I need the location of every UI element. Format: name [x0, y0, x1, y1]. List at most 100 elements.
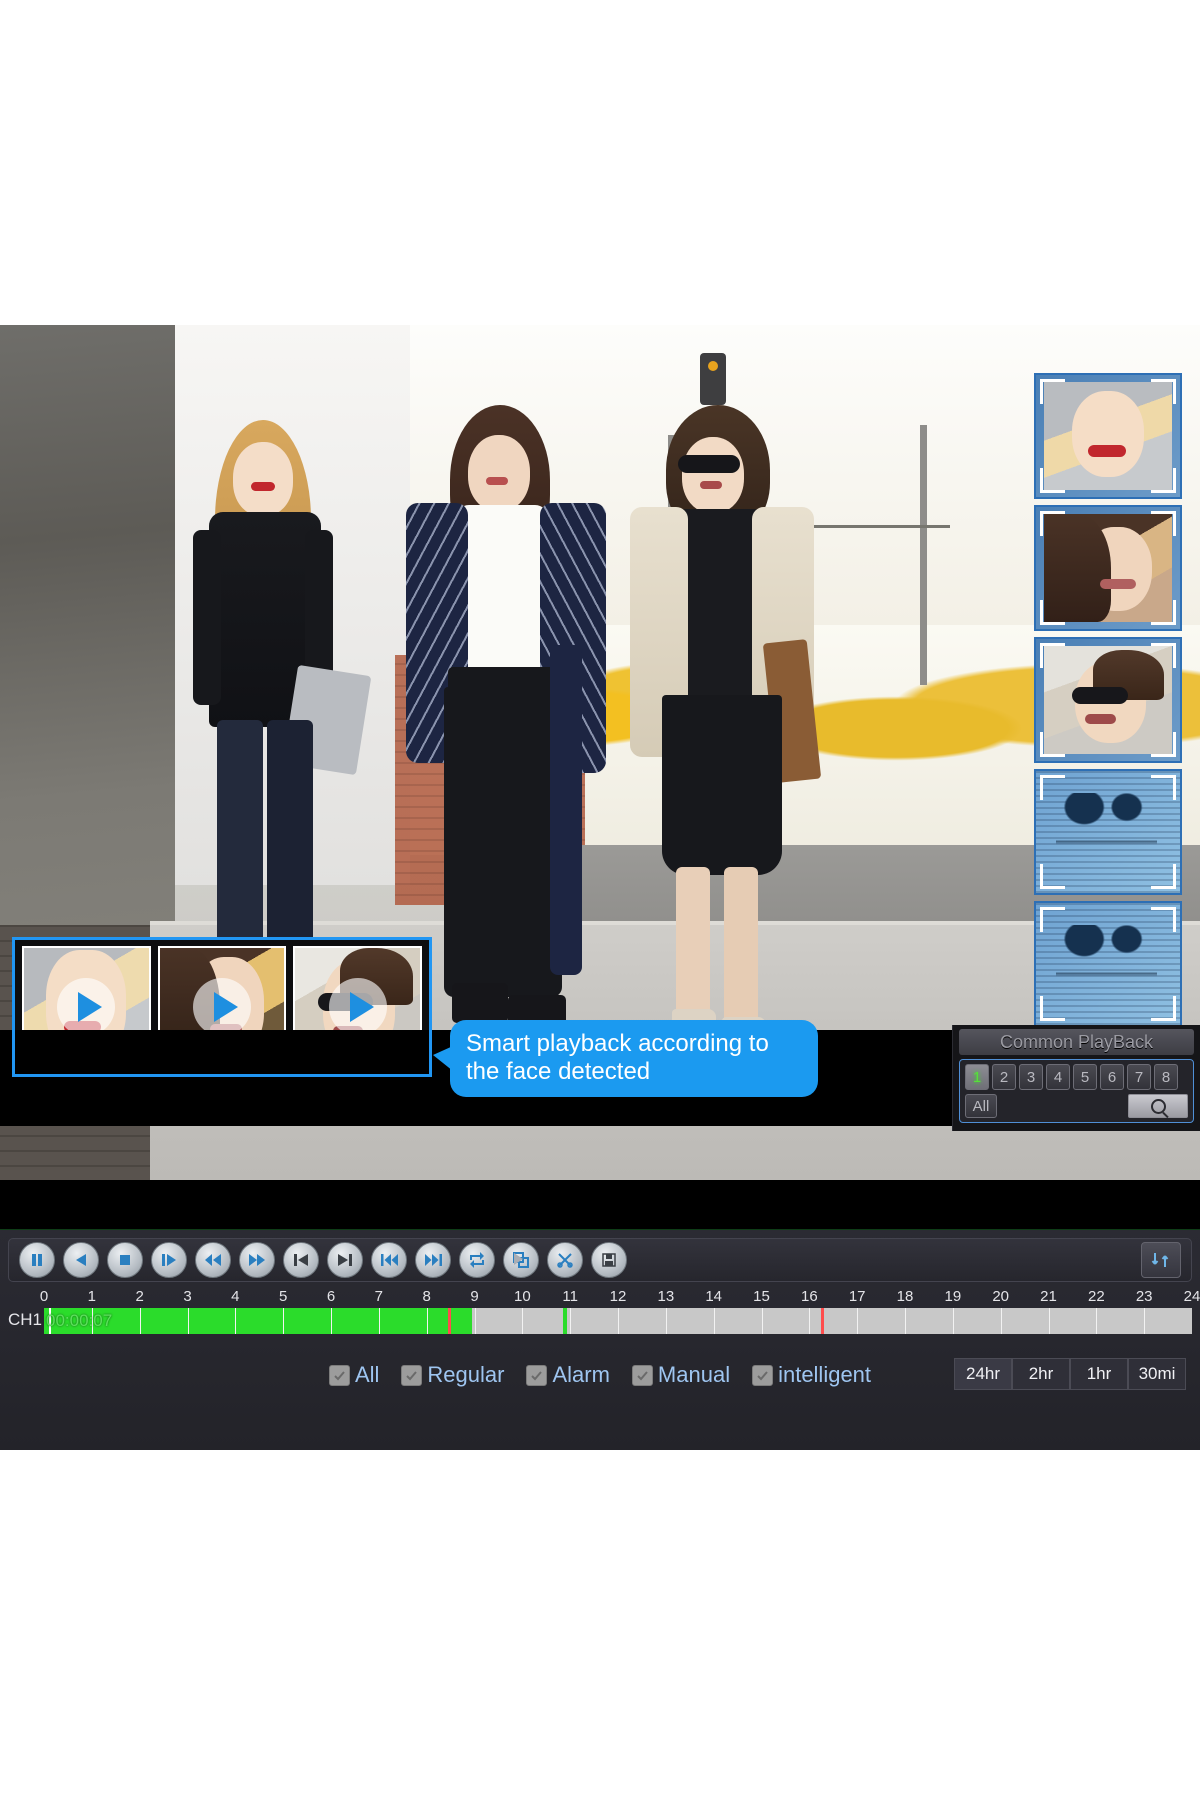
checkbox-icon[interactable]: [401, 1364, 423, 1386]
stop-button[interactable]: [107, 1242, 143, 1278]
timeline-tick: 14: [705, 1288, 722, 1305]
checkbox-icon[interactable]: [631, 1364, 653, 1386]
timeline-intelligent-mark: [441, 1308, 445, 1334]
timeline-hour-divider: [665, 1308, 667, 1334]
filter-regular[interactable]: Regular: [401, 1362, 504, 1388]
panel-title: Common PlayBack: [959, 1029, 1194, 1055]
callout-line-1: Smart playback according to: [466, 1030, 769, 1057]
play-slow-button[interactable]: [151, 1242, 187, 1278]
filter-all[interactable]: All: [328, 1362, 380, 1388]
channel-button-1[interactable]: 1: [965, 1064, 989, 1090]
save-button[interactable]: [591, 1242, 627, 1278]
timeline-ruler: 0 1 2 3 4 5 6 7 8 9 10 11 12 13 14 15 16 17 18 19 20 21 22 23 24: [40, 1288, 1200, 1308]
face-capture-card[interactable]: [1034, 505, 1182, 631]
filter-label: All: [354, 1362, 380, 1387]
callout-tail: [433, 1046, 453, 1071]
bracket-icon: [1040, 775, 1065, 800]
channel-button-3[interactable]: 3: [1019, 1064, 1043, 1090]
timeline-tick: 18: [896, 1288, 914, 1305]
timeline-hour-divider: [522, 1308, 524, 1334]
timeline-hour-divider: [952, 1308, 954, 1334]
search-button[interactable]: [1128, 1094, 1188, 1118]
scene-traffic-light-lamp: [708, 361, 718, 371]
filter-intelligent[interactable]: intelligent: [752, 1362, 871, 1388]
channel-button-8[interactable]: 8: [1154, 1064, 1178, 1090]
channel-actions-row: All: [965, 1094, 1188, 1118]
timeline-hour-divider: [905, 1308, 906, 1334]
sync-button[interactable]: [1141, 1242, 1181, 1278]
next-frame-button[interactable]: [327, 1242, 363, 1278]
play-reverse-button[interactable]: [63, 1242, 99, 1278]
timeline-tick: 13: [657, 1288, 675, 1305]
repeat-button[interactable]: [459, 1242, 495, 1278]
timeline-tick: 15: [753, 1288, 770, 1305]
bracket-icon: [1040, 907, 1065, 932]
magnifier-icon: [1150, 1098, 1166, 1114]
channel-button-5[interactable]: 5: [1073, 1064, 1097, 1090]
range-button-2hr[interactable]: 2hr: [1012, 1358, 1070, 1390]
face-capture-card[interactable]: [1034, 637, 1182, 763]
previous-frame-button[interactable]: [283, 1242, 319, 1278]
timeline-tick: 9: [470, 1288, 479, 1305]
bracket-icon: [1151, 511, 1176, 536]
timeline-track-wrap[interactable]: 00:00:07: [44, 1308, 1192, 1334]
channel-button-6[interactable]: 6: [1100, 1064, 1124, 1090]
filter-label: Alarm: [552, 1362, 610, 1387]
timeline-hour-divider: [857, 1308, 859, 1334]
checkbox-icon[interactable]: [526, 1364, 548, 1386]
face-analysis-card[interactable]: [1034, 769, 1182, 895]
bracket-icon: [1040, 468, 1065, 493]
bracket-icon: [1040, 864, 1065, 889]
play-icon[interactable]: [193, 978, 251, 1036]
timeline-hour-divider: [426, 1308, 428, 1334]
timeline-hour-divider: [378, 1308, 380, 1334]
face-capture-strip: [1034, 373, 1182, 1027]
timeline-tick: 0: [39, 1288, 49, 1305]
checkbox-icon[interactable]: [752, 1364, 774, 1386]
filter-manual[interactable]: Manual: [631, 1362, 730, 1388]
filter-label: Regular: [427, 1362, 505, 1387]
channel-all-button[interactable]: All: [965, 1094, 997, 1118]
range-button-1hr[interactable]: 1hr: [1070, 1358, 1128, 1390]
face-mesh-icon: [1056, 924, 1157, 1004]
filter-alarm[interactable]: Alarm: [526, 1362, 610, 1388]
timeline-hour-divider: [570, 1308, 572, 1334]
chevron-right-icon[interactable]: [514, 1253, 523, 1265]
face-analysis-card[interactable]: [1034, 901, 1182, 1027]
clip-button[interactable]: [547, 1242, 583, 1278]
timeline-tick: 22: [1087, 1288, 1105, 1305]
bracket-icon: [1151, 379, 1176, 404]
timeline[interactable]: 0 1 2 3 4 5 6 7 8 9 10 11 12 13 14 15 16 17 18 19 20 21 22 23 24…: [8, 1288, 1200, 1348]
channel-button-2[interactable]: 2: [992, 1064, 1016, 1090]
timeline-hour-divider: [474, 1308, 476, 1334]
timeline-tick: 3: [183, 1288, 192, 1305]
previous-file-button[interactable]: [371, 1242, 407, 1278]
play-icon[interactable]: [57, 978, 116, 1036]
channel-button-7[interactable]: 7: [1127, 1064, 1151, 1090]
timeline-hour-divider: [1144, 1308, 1146, 1334]
timeline-intelligent-mark: [460, 1308, 464, 1334]
pause-button[interactable]: [19, 1242, 55, 1278]
bracket-icon: [1151, 643, 1176, 668]
timeline-tick: 16: [800, 1288, 818, 1305]
bracket-icon: [1151, 907, 1176, 932]
channel-button-4[interactable]: 4: [1046, 1064, 1070, 1090]
timeline-tick: 10: [513, 1288, 531, 1305]
bracket-icon: [1040, 643, 1065, 668]
timeline-tick: 11: [562, 1288, 578, 1305]
timeline-tick: 5: [278, 1288, 288, 1305]
range-button-30mi[interactable]: 30mi: [1128, 1358, 1186, 1390]
fast-forward-button[interactable]: [239, 1242, 275, 1278]
rewind-button[interactable]: [195, 1242, 231, 1278]
timeline-tick: 20: [992, 1288, 1009, 1305]
bracket-icon: [1040, 996, 1065, 1021]
play-icon[interactable]: [328, 978, 387, 1036]
range-button-24hr[interactable]: 24hr: [954, 1358, 1012, 1390]
timeline-tick: 8: [422, 1288, 431, 1305]
timeline-tick: 2: [135, 1288, 144, 1305]
face-capture-card[interactable]: [1034, 373, 1182, 499]
next-file-button[interactable]: [415, 1242, 451, 1278]
checkbox-icon[interactable]: [328, 1364, 350, 1386]
timeline-track[interactable]: [44, 1308, 1192, 1334]
timeline-hour-divider: [187, 1308, 189, 1334]
